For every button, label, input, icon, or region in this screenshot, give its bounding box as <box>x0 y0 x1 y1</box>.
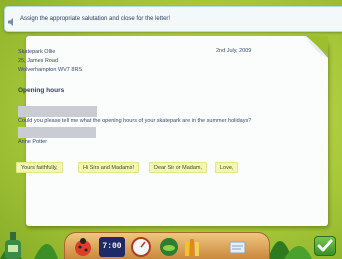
checkmark-icon <box>317 239 333 252</box>
submit-button[interactable] <box>314 236 336 256</box>
page-curl-icon <box>306 36 328 58</box>
instruction-bar: Assign the appropriate salutation and cl… <box>4 6 342 32</box>
address-line: Skatepark Ollie <box>18 49 56 55</box>
option-hi-sirs-and-madams[interactable]: Hi Sirs and Madams! <box>78 162 140 173</box>
letter-signature: Anne Potter <box>18 139 48 145</box>
clock-readout: 7:00 <box>102 242 122 251</box>
address-line: 25, James Road <box>18 58 59 64</box>
letter-heading: Opening hours <box>18 87 65 94</box>
option-dear-sir-or-madam[interactable]: Dear Sir or Madam, <box>149 162 207 173</box>
gauge-icon[interactable] <box>131 237 151 257</box>
ladybug-icon[interactable] <box>73 237 93 257</box>
speaker-icon[interactable] <box>7 14 17 26</box>
game-background: Assign the appropriate salutation and cl… <box>0 0 342 259</box>
salutation-drop-slot[interactable] <box>18 106 97 117</box>
books-icon[interactable] <box>183 237 203 257</box>
close-drop-slot[interactable] <box>18 127 96 138</box>
option-yours-faithfully[interactable]: Yours faithfully, <box>16 162 63 173</box>
bottle-icon <box>4 232 22 259</box>
letter-date: 2nd July, 2009 <box>216 48 252 54</box>
toolbar-dock: 7:00 <box>64 232 270 259</box>
grasshopper-icon[interactable] <box>159 237 179 257</box>
address-line: Wolverhampton WV7 8RS <box>18 67 83 73</box>
option-love[interactable]: Love, <box>215 162 239 173</box>
recipient-address: Skatepark Ollie 25, James Road Wolverham… <box>18 48 82 75</box>
clock-icon[interactable]: 7:00 <box>99 237 125 257</box>
notepad-icon[interactable] <box>227 237 247 257</box>
instruction-text: Assign the appropriate salutation and cl… <box>20 16 171 22</box>
letter-body: Could you please tell me what the openin… <box>18 118 252 124</box>
